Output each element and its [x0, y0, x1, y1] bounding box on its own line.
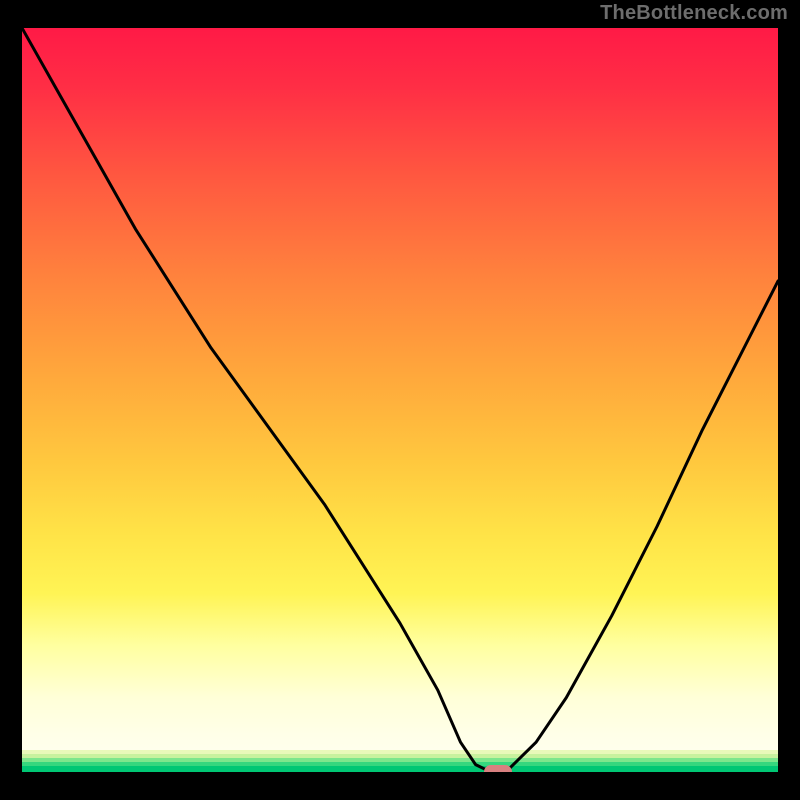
optimal-marker [484, 765, 512, 772]
plot-area [22, 28, 778, 772]
chart-frame: TheBottleneck.com [0, 0, 800, 800]
bottleneck-curve [22, 28, 778, 772]
attribution-label: TheBottleneck.com [600, 2, 788, 25]
